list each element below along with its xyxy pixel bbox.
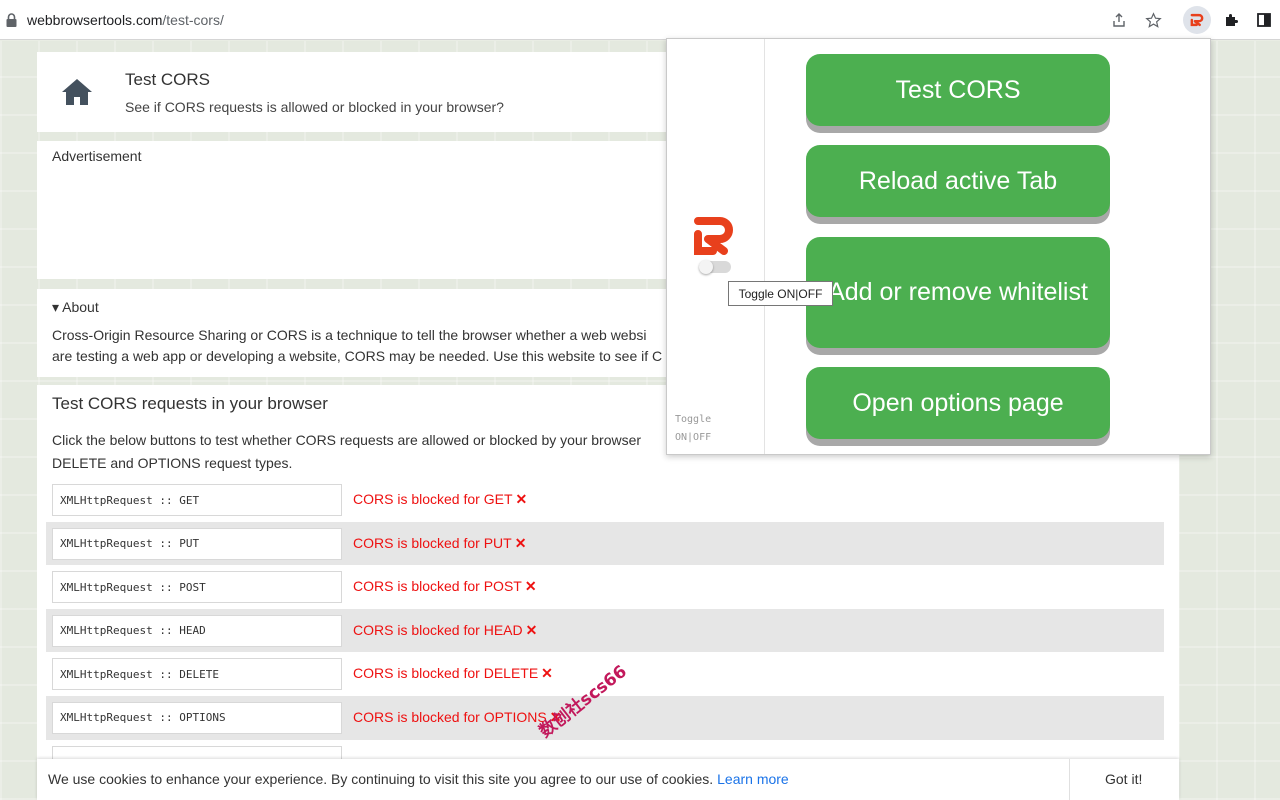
advertisement-label: Advertisement <box>52 148 142 164</box>
options-page-button[interactable]: Open options page <box>806 367 1110 439</box>
sidepanel-icon[interactable] <box>1254 10 1274 30</box>
home-icon[interactable] <box>60 77 94 107</box>
toggle-label: Toggle ON|OFF <box>675 411 711 447</box>
options-status: CORS is blocked for OPTIONS ✕ <box>353 709 561 726</box>
get-status: CORS is blocked for GET ✕ <box>353 491 527 508</box>
cors-logo-icon <box>694 217 733 255</box>
url-path: /test-cors/ <box>162 12 224 28</box>
fail-icon: ✕ <box>525 621 538 638</box>
test-desc-line-2: DELETE and OPTIONS request types. <box>52 455 293 471</box>
request-row: XMLHttpRequest :: OPTIONS CORS is blocke… <box>46 695 1164 740</box>
about-line-2: are testing a web app or developing a we… <box>52 348 663 364</box>
learn-more-link[interactable]: Learn more <box>717 771 789 787</box>
toggle-label-line-1: Toggle <box>675 414 712 425</box>
whitelist-button[interactable]: Add or remove whitelist <box>806 237 1110 348</box>
options-request-button[interactable]: XMLHttpRequest :: OPTIONS <box>52 701 342 734</box>
about-text: Cross-Origin Resource Sharing or CORS is… <box>52 325 672 367</box>
cookie-text: We use cookies to enhance your experienc… <box>48 771 789 787</box>
get-request-button[interactable]: XMLHttpRequest :: GET <box>52 484 342 516</box>
about-toggle[interactable]: ▾ About <box>52 299 99 316</box>
request-row: XMLHttpRequest :: POST CORS is blocked f… <box>46 565 1164 609</box>
on-off-toggle[interactable] <box>699 260 731 274</box>
cors-logo-icon <box>1190 13 1204 27</box>
extensions-puzzle-icon[interactable] <box>1221 10 1241 30</box>
head-status: CORS is blocked for HEAD ✕ <box>353 622 537 639</box>
page-title: Test CORS <box>125 70 211 89</box>
toggle-knob <box>699 260 713 274</box>
reload-tab-button[interactable]: Reload active Tab <box>806 145 1110 217</box>
head-status-text: CORS is blocked for HEAD <box>353 621 523 638</box>
head-request-button[interactable]: XMLHttpRequest :: HEAD <box>52 614 342 647</box>
fail-icon: ✕ <box>524 578 537 595</box>
delete-request-button[interactable]: XMLHttpRequest :: DELETE <box>52 658 342 691</box>
test-section-title: Test CORS requests in your browser <box>52 394 328 413</box>
request-row: XMLHttpRequest :: PUT CORS is blocked fo… <box>46 521 1164 566</box>
share-icon[interactable] <box>1109 10 1129 30</box>
about-line-1: Cross-Origin Resource Sharing or CORS is… <box>52 327 647 343</box>
popup-sidebar: Toggle ON|OFF <box>667 39 765 454</box>
url-text[interactable]: webbrowsertools.com/test-cors/ <box>27 12 224 28</box>
cors-extension-button[interactable] <box>1183 6 1211 34</box>
test-cors-button[interactable]: Test CORS <box>806 54 1110 126</box>
fail-icon: ✕ <box>514 534 527 551</box>
page-subtitle: See if CORS requests is allowed or block… <box>125 99 504 115</box>
cookie-banner: We use cookies to enhance your experienc… <box>37 759 1179 800</box>
fail-icon: ✕ <box>541 665 553 682</box>
toggle-tooltip: Toggle ON|OFF <box>728 281 833 306</box>
get-status-text: CORS is blocked for GET <box>353 491 513 507</box>
toggle-label-line-2: ON|OFF <box>675 432 712 443</box>
fail-icon: ✕ <box>515 491 528 507</box>
request-row: XMLHttpRequest :: HEAD CORS is blocked f… <box>46 608 1164 653</box>
lock-icon <box>6 13 17 27</box>
put-request-button[interactable]: XMLHttpRequest :: PUT <box>52 527 342 560</box>
extension-popup: Toggle ON|OFF Test CORS Reload active Ta… <box>666 38 1211 455</box>
put-status: CORS is blocked for PUT ✕ <box>353 535 526 552</box>
request-list: XMLHttpRequest :: GET CORS is blocked fo… <box>46 478 1164 783</box>
cookie-message: We use cookies to enhance your experienc… <box>48 771 714 787</box>
divider <box>1069 759 1070 800</box>
test-section-description: Click the below buttons to test whether … <box>52 429 664 475</box>
address-bar[interactable]: webbrowsertools.com/test-cors/ <box>0 0 1280 40</box>
put-status-text: CORS is blocked for PUT <box>353 534 512 551</box>
post-request-button[interactable]: XMLHttpRequest :: POST <box>52 571 342 604</box>
delete-status: CORS is blocked for DELETE ✕ <box>353 665 553 682</box>
test-desc-line-1: Click the below buttons to test whether … <box>52 432 642 448</box>
post-status-text: CORS is blocked for POST <box>353 578 522 595</box>
bookmark-star-icon[interactable] <box>1143 10 1163 30</box>
delete-status-text: CORS is blocked for DELETE <box>353 665 539 682</box>
options-status-text: CORS is blocked for OPTIONS <box>353 708 547 725</box>
post-status: CORS is blocked for POST ✕ <box>353 578 537 595</box>
cookie-accept-button[interactable]: Got it! <box>1105 771 1142 787</box>
url-host: webbrowsertools.com <box>27 12 163 28</box>
request-row: XMLHttpRequest :: GET CORS is blocked fo… <box>46 478 1164 522</box>
